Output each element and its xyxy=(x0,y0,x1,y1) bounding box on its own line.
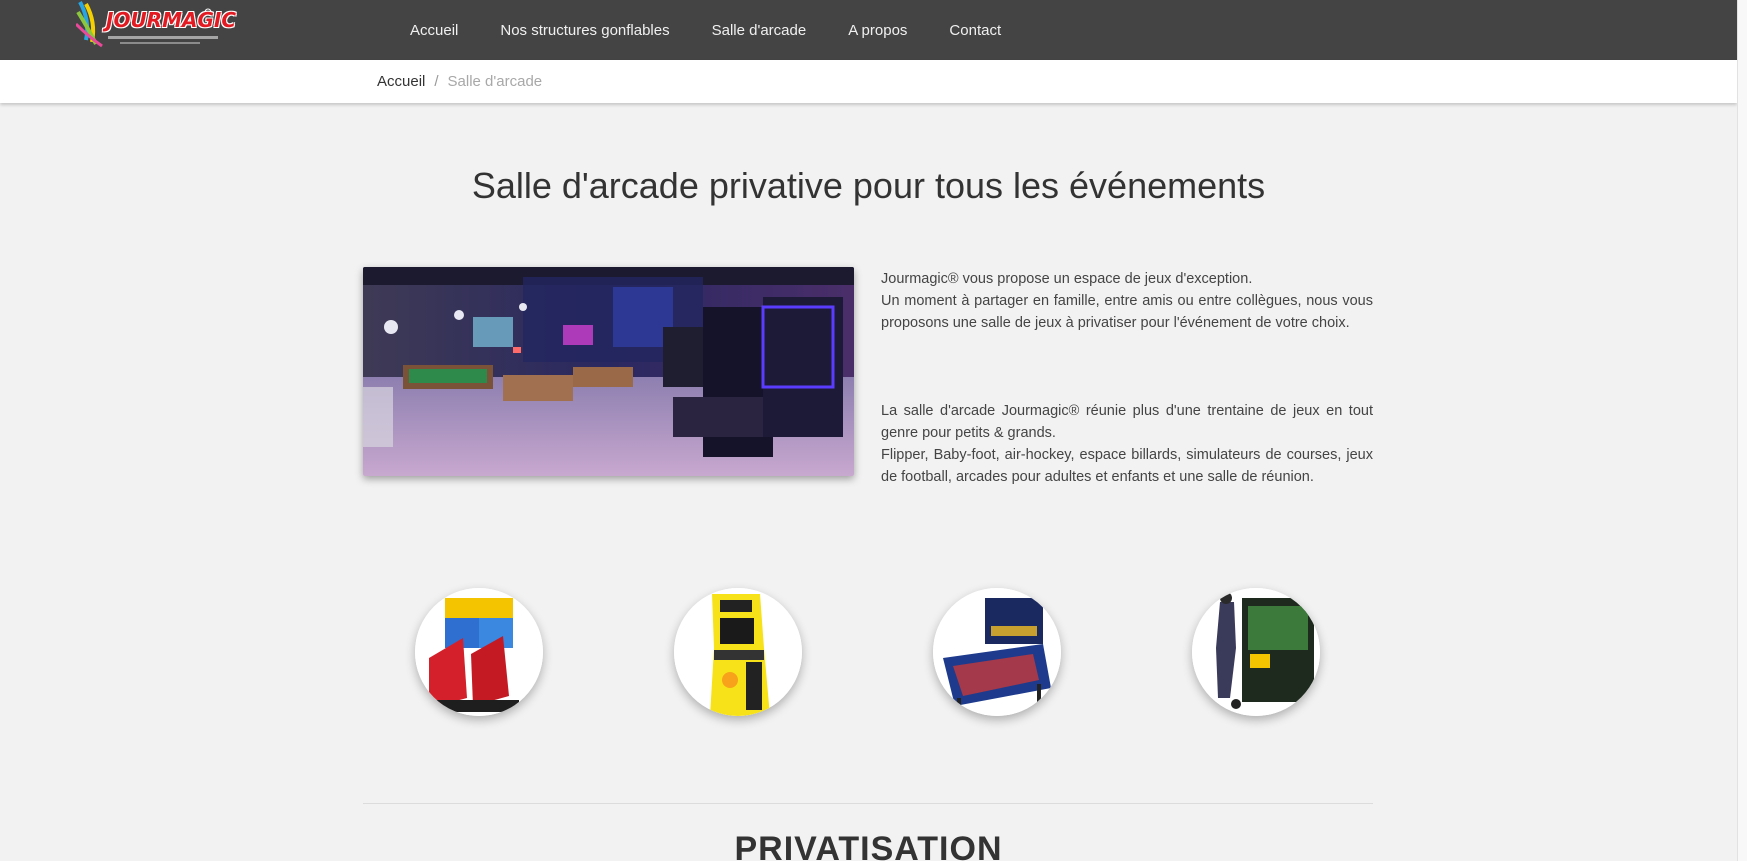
logo-text: JOURMAGIC xyxy=(106,8,236,32)
intro-line: Un moment à partager en famille, entre a… xyxy=(881,293,1373,331)
nav-item-contact[interactable]: Contact xyxy=(949,22,1001,39)
main-nav: Accueil Nos structures gonflables Salle … xyxy=(410,0,1043,60)
pinball-machine-image xyxy=(933,588,1061,716)
section-divider xyxy=(363,803,1373,804)
nav-item-salle-arcade[interactable]: Salle d'arcade xyxy=(712,22,807,39)
jourmagic-logo[interactable]: JOURMAGIC xyxy=(76,0,236,50)
arcade-room-photo xyxy=(363,267,854,476)
section-title-privatisation: PRIVATISATION xyxy=(734,830,1003,861)
intro-line: Jourmagic® vous propose un espace de jeu… xyxy=(881,271,1253,287)
intro-line: La salle d'arcade Jourmagic® réunie plus… xyxy=(881,403,1373,441)
logo-tagline-2 xyxy=(120,42,200,44)
breadcrumb-current: Salle d'arcade xyxy=(447,73,543,90)
arcade-cabinet-image xyxy=(674,588,802,716)
breadcrumb-separator: / xyxy=(434,73,439,90)
breadcrumb-bar: Accueil / Salle d'arcade xyxy=(0,60,1737,103)
breadcrumb: Accueil / Salle d'arcade xyxy=(377,73,542,90)
breadcrumb-home-link[interactable]: Accueil xyxy=(377,73,425,90)
page-scrollbar[interactable] xyxy=(1737,0,1747,861)
nav-item-accueil[interactable]: Accueil xyxy=(410,22,458,39)
logo-tagline xyxy=(108,36,218,39)
intro-line: Flipper, Baby-foot, air-hockey, espace b… xyxy=(881,447,1373,485)
page-title: Salle d'arcade privative pour tous les é… xyxy=(471,165,1266,206)
racing-simulator-image xyxy=(415,588,543,716)
intro-text: Jourmagic® vous propose un espace de jeu… xyxy=(881,268,1373,488)
football-arcade-image xyxy=(1192,588,1320,716)
top-navbar: JOURMAGIC Accueil Nos structures gonflab… xyxy=(0,0,1737,60)
nav-item-a-propos[interactable]: A propos xyxy=(848,22,907,39)
nav-item-structures-gonflables[interactable]: Nos structures gonflables xyxy=(500,22,669,39)
